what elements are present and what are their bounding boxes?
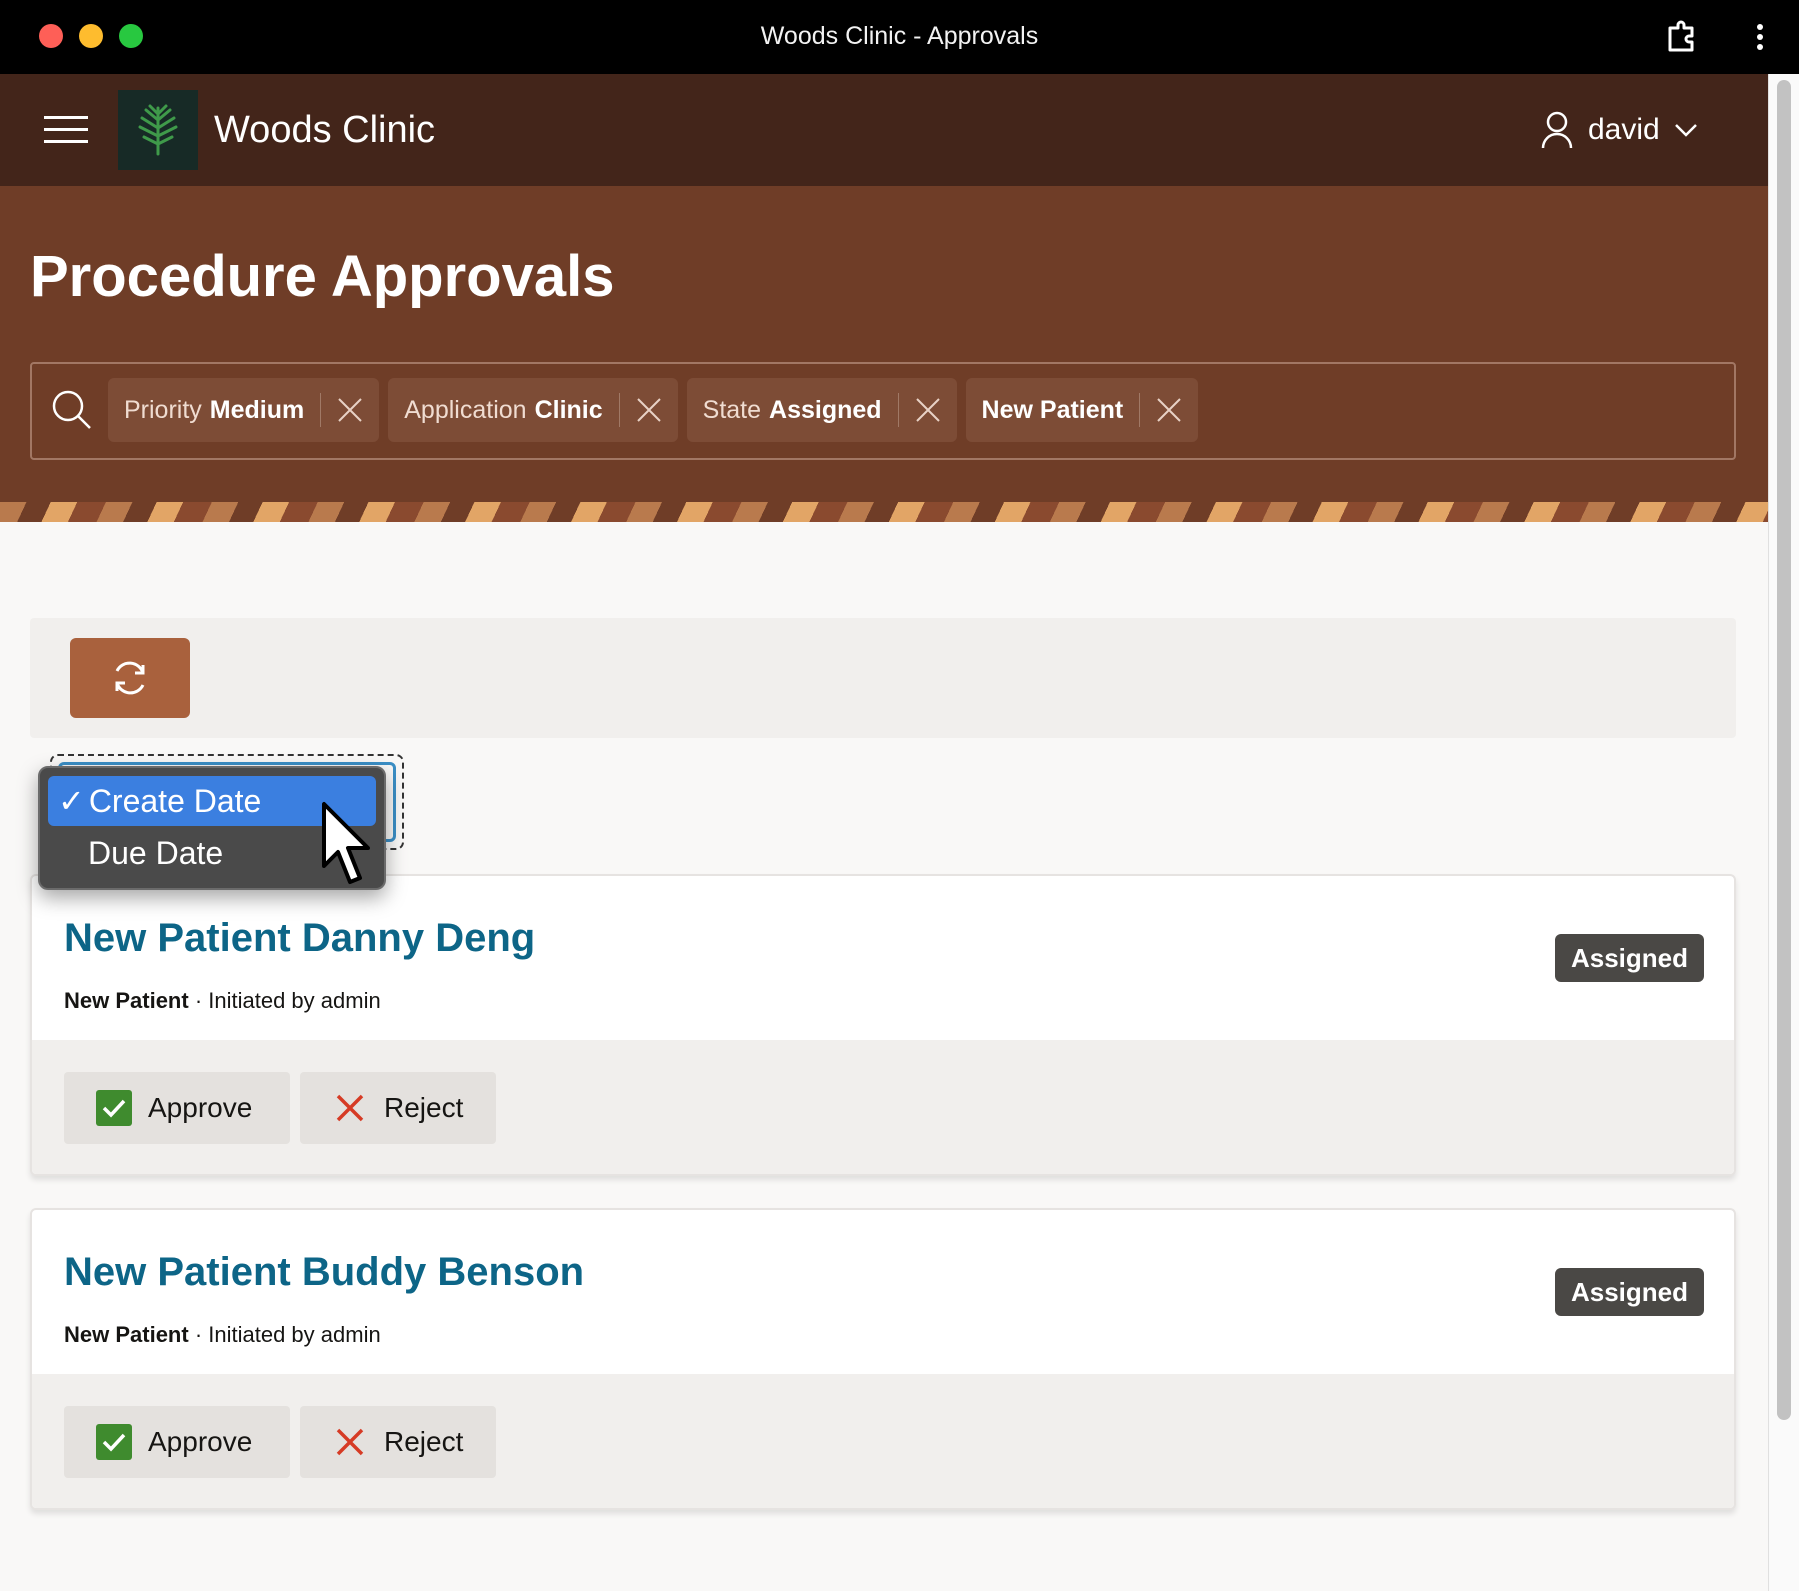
remove-filter-icon[interactable] bbox=[337, 397, 363, 423]
hero-banner: Procedure Approvals Priority Medium Appl… bbox=[0, 186, 1768, 522]
card-type: New Patient bbox=[64, 1322, 189, 1347]
checkmark-icon: ✓ bbox=[58, 783, 85, 819]
chip-value: Medium bbox=[209, 395, 305, 424]
username: david bbox=[1588, 113, 1660, 146]
toolbar bbox=[30, 618, 1736, 738]
card-meta: New Patient · Initiated by admin bbox=[64, 1322, 381, 1348]
status-badge: Assigned bbox=[1554, 1268, 1704, 1316]
check-icon bbox=[96, 1424, 132, 1460]
approve-label: Approve bbox=[148, 1426, 253, 1457]
card-actions: Approve Reject bbox=[32, 1040, 1734, 1174]
hamburger-icon[interactable] bbox=[44, 116, 88, 146]
more-options-icon[interactable] bbox=[1748, 18, 1772, 56]
mouse-cursor-icon bbox=[322, 802, 370, 884]
x-icon bbox=[336, 1428, 364, 1456]
scrollbar-thumb[interactable] bbox=[1777, 80, 1791, 1420]
chip-value: Clinic bbox=[534, 395, 603, 424]
reject-label: Reject bbox=[384, 1092, 464, 1123]
chip-value: New Patient bbox=[981, 395, 1124, 424]
filter-bar[interactable]: Priority Medium Application Clinic State… bbox=[30, 362, 1736, 460]
remove-filter-icon[interactable] bbox=[636, 397, 662, 423]
approve-label: Approve bbox=[148, 1092, 253, 1123]
card-initiated: · Initiated by admin bbox=[194, 988, 381, 1013]
card-meta: New Patient · Initiated by admin bbox=[64, 988, 381, 1014]
user-menu[interactable]: david bbox=[1540, 98, 1698, 162]
scrollbar[interactable] bbox=[1768, 74, 1799, 1591]
reject-button[interactable]: Reject bbox=[300, 1406, 496, 1478]
decorative-pattern bbox=[0, 502, 1768, 522]
chip-label: Application bbox=[404, 395, 527, 424]
refresh-button[interactable] bbox=[70, 638, 190, 718]
reject-button[interactable]: Reject bbox=[300, 1072, 496, 1144]
option-label: Create Date bbox=[88, 783, 262, 819]
check-icon bbox=[96, 1090, 132, 1126]
main-content: New Patient Danny Deng New Patient · Ini… bbox=[0, 522, 1768, 1591]
app-title: Woods Clinic bbox=[214, 109, 436, 151]
refresh-icon bbox=[115, 661, 145, 695]
chip-value: Assigned bbox=[769, 395, 882, 424]
option-label: Due Date bbox=[88, 835, 224, 871]
card-type: New Patient bbox=[64, 988, 189, 1013]
page-title: Procedure Approvals bbox=[30, 244, 615, 309]
chevron-down-icon bbox=[1674, 124, 1697, 137]
status-badge: Assigned bbox=[1554, 934, 1704, 982]
filter-chip-type: New Patient bbox=[965, 378, 1199, 442]
filter-chip-priority: Priority Medium bbox=[108, 378, 380, 442]
remove-filter-icon[interactable] bbox=[1156, 397, 1182, 423]
app-header: Woods Clinic david bbox=[0, 74, 1768, 186]
window-title: Woods Clinic - Approvals bbox=[760, 22, 1039, 50]
window-titlebar: Woods Clinic - Approvals bbox=[0, 0, 1799, 74]
card-actions: Approve Reject bbox=[32, 1374, 1734, 1508]
filter-chip-state: State Assigned bbox=[686, 378, 957, 442]
card-initiated: · Initiated by admin bbox=[194, 1322, 381, 1347]
remove-filter-icon[interactable] bbox=[915, 397, 941, 423]
user-icon bbox=[1541, 111, 1573, 149]
approve-button[interactable]: Approve bbox=[64, 1406, 290, 1478]
card-title-link[interactable]: New Patient Danny Deng bbox=[64, 914, 535, 962]
search-icon[interactable] bbox=[50, 388, 94, 432]
approval-card: New Patient Buddy Benson New Patient · I… bbox=[30, 1208, 1736, 1510]
filter-chip-application: Application Clinic bbox=[388, 378, 678, 442]
extension-icon[interactable] bbox=[1662, 18, 1700, 56]
approval-card: New Patient Danny Deng New Patient · Ini… bbox=[30, 874, 1736, 1176]
chip-label: Priority bbox=[124, 395, 202, 424]
card-title-link[interactable]: New Patient Buddy Benson bbox=[64, 1248, 584, 1296]
tree-logo-icon bbox=[118, 90, 198, 170]
x-icon bbox=[336, 1094, 364, 1122]
approve-button[interactable]: Approve bbox=[64, 1072, 290, 1144]
reject-label: Reject bbox=[384, 1426, 464, 1457]
chip-label: State bbox=[702, 395, 762, 424]
